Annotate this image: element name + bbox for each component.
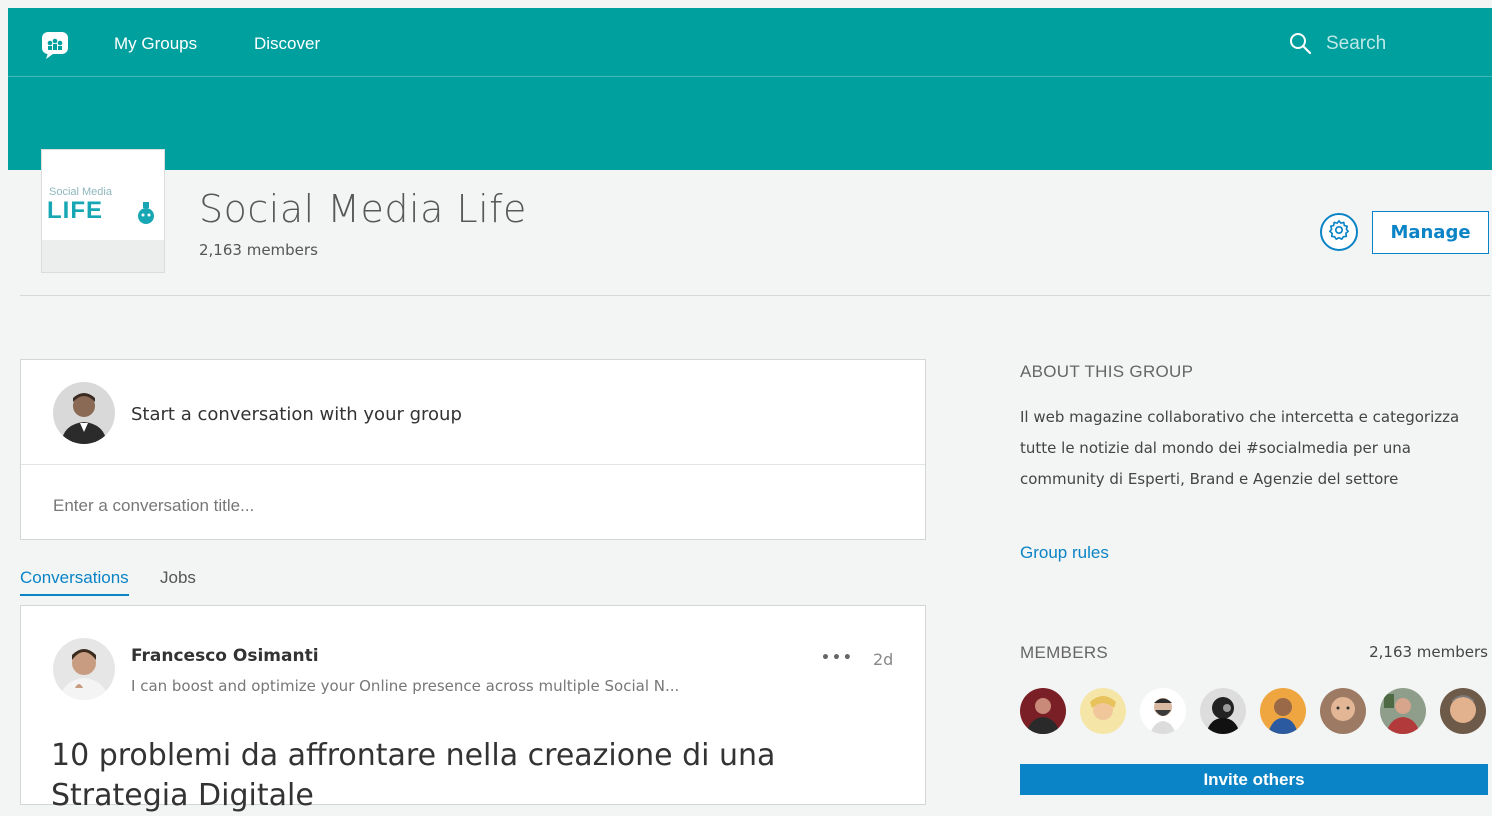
more-dots-icon[interactable]: ••• [821,650,854,666]
group-logo: Social Media LIFE [41,149,165,273]
search-icon[interactable] [1288,31,1312,55]
member-avatar[interactable] [1080,688,1126,734]
member-avatar[interactable] [1140,688,1186,734]
compose-prompt[interactable]: Start a conversation with your group [131,404,462,425]
members-count[interactable]: 2,163 members [1362,643,1488,661]
member-avatar[interactable] [1320,688,1366,734]
member-avatar[interactable] [1200,688,1246,734]
post-time: 2d [873,650,894,669]
group-rules-link[interactable]: Group rules [1020,543,1109,563]
settings-button[interactable] [1320,213,1358,251]
top-nav: My Groups Discover [8,8,1492,77]
about-description: Il web magazine collaborativo che interc… [1020,408,1460,488]
gear-icon [1328,219,1350,245]
group-logo-text-main: LIFE [47,197,103,224]
manage-button[interactable]: Manage [1372,211,1489,254]
flask-icon [136,202,156,224]
group-header-banner: My Groups Discover [8,8,1492,170]
nav-discover-link[interactable]: Discover [254,34,320,54]
group-name: Social Media Life [199,187,527,231]
compose-divider [21,464,925,465]
compose-box: Start a conversation with your group [20,359,926,540]
conversation-post: Francesco Osimanti I can boost and optim… [20,605,926,813]
about-heading: ABOUT THIS GROUP [1020,362,1194,381]
group-member-count[interactable]: 2,163 members [199,241,318,259]
tab-conversations[interactable]: Conversations [20,568,129,596]
members-heading: MEMBERS [1020,643,1109,662]
nav-my-groups-link[interactable]: My Groups [114,34,197,54]
post-author-name[interactable]: Francesco Osimanti [131,646,319,666]
header-divider [20,295,1490,296]
post-author-headline: I can boost and optimize your Online pre… [131,677,680,695]
conversation-title-input[interactable] [51,490,895,522]
avatar [53,382,115,444]
post-title[interactable]: 10 problemi da affrontare nella creazion… [51,736,911,816]
search-input[interactable] [1324,28,1488,60]
invite-others-button[interactable]: Invite others [1020,764,1488,795]
member-avatar[interactable] [1260,688,1306,734]
avatar[interactable] [53,638,115,700]
tab-jobs[interactable]: Jobs [160,568,196,588]
group-logo-strip [42,240,164,272]
groups-chat-icon[interactable] [40,30,70,60]
member-avatar[interactable] [1020,688,1066,734]
member-avatar[interactable] [1440,688,1486,734]
member-avatar[interactable] [1380,688,1426,734]
